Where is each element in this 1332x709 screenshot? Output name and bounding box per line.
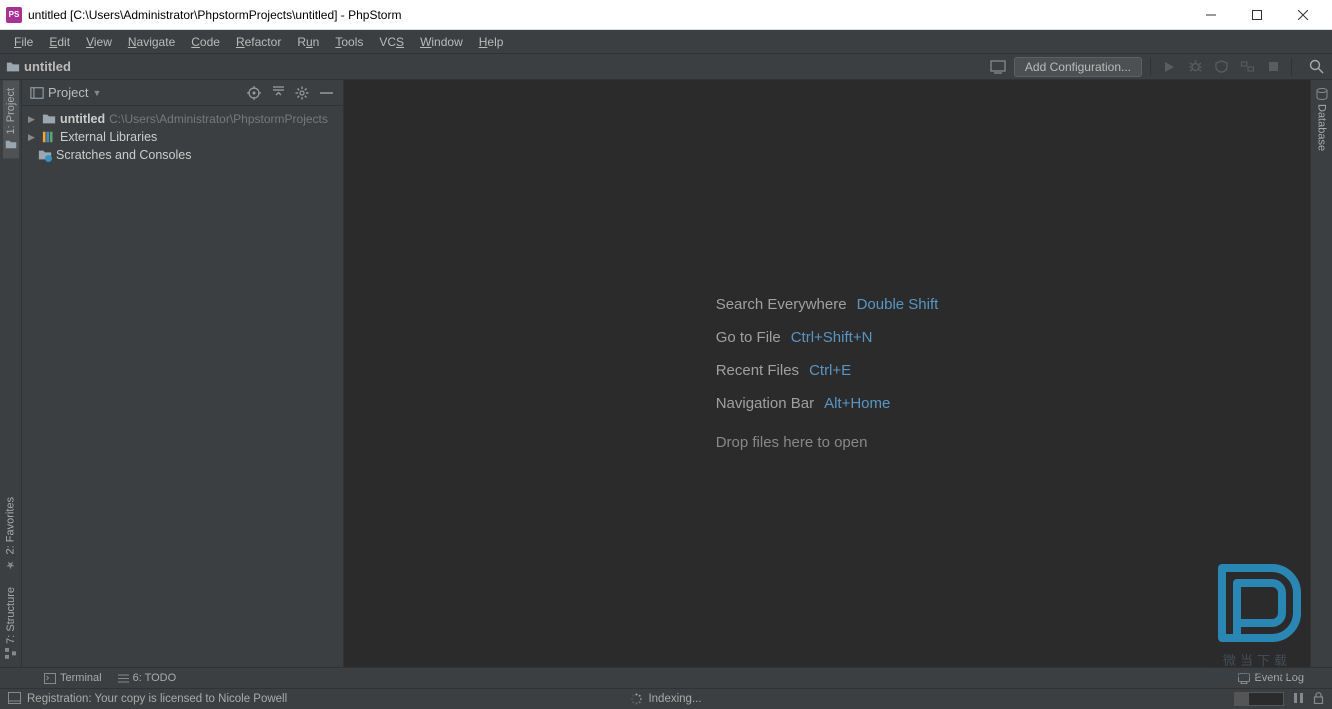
start-listening-icon[interactable] [1237, 57, 1257, 77]
tool-tab-project[interactable]: 1: Project [3, 80, 19, 158]
status-registration: Registration: Your copy is licensed to N… [27, 693, 287, 705]
maximize-button[interactable] [1234, 0, 1280, 30]
collapse-all-icon[interactable] [269, 84, 287, 102]
project-panel: Project ▼ ▶ untitled C:\Users\Administra… [22, 80, 344, 667]
menu-vcs[interactable]: VCS [371, 33, 412, 51]
expand-arrow-icon[interactable]: ▶ [28, 132, 38, 143]
menu-window[interactable]: Window [412, 33, 471, 51]
project-panel-header: Project ▼ [22, 80, 343, 106]
tool-windows-toggle-icon[interactable] [8, 692, 21, 707]
run-icon[interactable] [1159, 57, 1179, 77]
scratches-icon [38, 148, 52, 162]
window-controls [1188, 0, 1326, 30]
bottom-tool-stripe: Terminal 6: TODO Event Log [0, 667, 1332, 688]
run-coverage-icon[interactable] [1211, 57, 1231, 77]
expand-arrow-icon[interactable]: ▶ [28, 114, 38, 125]
breadcrumb[interactable]: untitled [6, 59, 71, 74]
shortcut-row: Navigation BarAlt+Home [716, 395, 939, 412]
left-tool-stripe: 1: Project ★ 2: Favorites 7: Structure [0, 80, 22, 667]
chevron-down-icon[interactable]: ▼ [92, 88, 101, 98]
spinner-icon [630, 693, 642, 705]
menu-file[interactable]: File [6, 33, 41, 51]
tree-scratches[interactable]: Scratches and Consoles [22, 146, 343, 164]
project-view-icon [30, 86, 44, 100]
shortcut-row: Go to FileCtrl+Shift+N [716, 329, 939, 346]
lock-icon[interactable] [1313, 692, 1324, 707]
menu-edit[interactable]: Edit [41, 33, 78, 51]
close-button[interactable] [1280, 0, 1326, 30]
phpstorm-app-icon: PS [6, 7, 22, 23]
tree-root[interactable]: ▶ untitled C:\Users\Administrator\Phpsto… [22, 110, 343, 128]
tree-item-label: Scratches and Consoles [56, 148, 192, 162]
tool-tab-favorites[interactable]: ★ 2: Favorites [2, 489, 19, 579]
minimize-button[interactable] [1188, 0, 1234, 30]
tool-tab-todo[interactable]: 6: TODO [118, 672, 177, 684]
pause-icon[interactable] [1294, 693, 1303, 706]
project-panel-title[interactable]: Project [48, 85, 88, 100]
main-area: 1: Project ★ 2: Favorites 7: Structure P… [0, 80, 1332, 667]
project-tree[interactable]: ▶ untitled C:\Users\Administrator\Phpsto… [22, 106, 343, 168]
hide-panel-icon[interactable] [317, 84, 335, 102]
menu-help[interactable]: Help [471, 33, 512, 51]
tree-root-name: untitled [60, 112, 105, 126]
tree-root-path: C:\Users\Administrator\PhpstormProjects [109, 112, 328, 126]
tool-tab-event-log[interactable]: Event Log [1238, 672, 1304, 684]
memory-indicator[interactable] [1234, 692, 1284, 706]
titlebar: PS untitled [C:\Users\Administrator\Phps… [0, 0, 1332, 30]
menu-navigate[interactable]: Navigate [120, 33, 183, 51]
tree-item-label: External Libraries [60, 130, 157, 144]
gear-icon[interactable] [293, 84, 311, 102]
folder-icon [42, 112, 56, 126]
status-progress[interactable]: Indexing... [630, 693, 701, 705]
right-tool-stripe: Database [1310, 80, 1332, 667]
shortcut-row: Recent FilesCtrl+E [716, 362, 939, 379]
locate-icon[interactable] [245, 84, 263, 102]
exit-presentation-icon[interactable] [988, 57, 1008, 77]
libraries-icon [42, 130, 56, 144]
menu-view[interactable]: View [78, 33, 120, 51]
drop-files-hint: Drop files here to open [716, 434, 939, 451]
shortcut-row: Search EverywhereDouble Shift [716, 296, 939, 313]
debug-icon[interactable] [1185, 57, 1205, 77]
add-configuration-button[interactable]: Add Configuration... [1014, 57, 1142, 77]
tree-external-libraries[interactable]: ▶ External Libraries [22, 128, 343, 146]
menubar: File Edit View Navigate Code Refactor Ru… [0, 30, 1332, 54]
menu-run[interactable]: Run [289, 33, 327, 51]
status-indexing-text: Indexing... [648, 693, 701, 705]
navigation-bar: untitled Add Configuration... [0, 54, 1332, 80]
stop-icon[interactable] [1263, 57, 1283, 77]
folder-icon [6, 60, 20, 74]
status-bar: Registration: Your copy is licensed to N… [0, 688, 1332, 709]
tool-tab-terminal[interactable]: Terminal [44, 672, 102, 684]
menu-code[interactable]: Code [183, 33, 228, 51]
tool-tab-database[interactable]: Database [1314, 80, 1330, 159]
menu-tools[interactable]: Tools [327, 33, 371, 51]
search-icon[interactable] [1306, 57, 1326, 77]
window-title: untitled [C:\Users\Administrator\Phpstor… [28, 8, 1188, 22]
menu-refactor[interactable]: Refactor [228, 33, 289, 51]
tool-tab-structure[interactable]: 7: Structure [3, 579, 19, 667]
breadcrumb-text: untitled [24, 59, 71, 74]
editor-empty-state[interactable]: Search EverywhereDouble Shift Go to File… [344, 80, 1310, 667]
